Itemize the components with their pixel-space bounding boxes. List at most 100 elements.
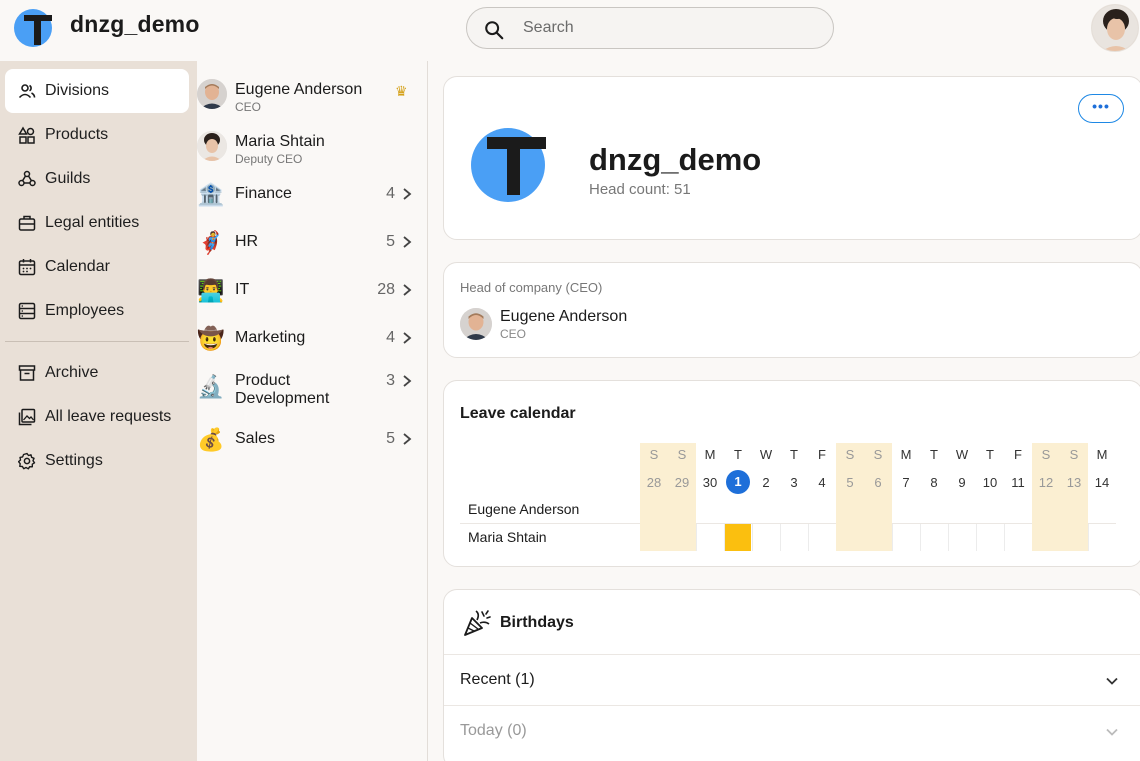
leader-item-ceo[interactable]: Eugene Anderson CEO ♛: [197, 77, 428, 125]
user-avatar[interactable]: [1091, 4, 1139, 52]
calendar-date: 13: [1066, 475, 1082, 490]
superhero-icon: 🦸: [197, 230, 225, 255]
leader-item-deputy[interactable]: Maria Shtain Deputy CEO: [197, 129, 428, 177]
ceo-role: CEO: [500, 327, 527, 341]
calendar-day-column: F 11: [1004, 443, 1032, 551]
calendar-icon: [18, 259, 36, 276]
calendar-day-column: T3: [780, 443, 808, 551]
leader-role: Deputy CEO: [235, 152, 303, 166]
party-popper-icon: [464, 610, 491, 636]
calendar-date: 12: [1038, 475, 1054, 490]
calendar-cell-divider: [1004, 524, 1005, 551]
birthdays-title: Birthdays: [500, 614, 574, 631]
division-item-it[interactable]: 👨‍💻 IT 28: [197, 267, 428, 311]
calendar-cell-divider: [892, 524, 893, 551]
calendar-weekday: S: [1069, 447, 1079, 462]
calendar-date: 10: [982, 475, 998, 490]
sidebar-item-legal-entities[interactable]: Legal entities: [5, 201, 189, 245]
sidebar-item-divisions[interactable]: Divisions: [5, 69, 189, 113]
avatar[interactable]: [460, 308, 492, 340]
search-input[interactable]: [523, 17, 813, 39]
gear-icon: [18, 452, 36, 470]
calendar-day-column: M 30: [696, 443, 724, 551]
sidebar-item-all-leave-requests[interactable]: All leave requests: [5, 395, 189, 439]
division-item-finance[interactable]: 🏦 Finance 4: [197, 171, 428, 215]
calendar-day-column: M7: [892, 443, 920, 551]
calendar-weekday: T: [790, 447, 798, 462]
calendar-weekday: F: [818, 447, 826, 462]
calendar-weekday: W: [759, 447, 773, 462]
calendar-cell-divider: [1088, 524, 1089, 551]
calendar-day-column: T 10: [976, 443, 1004, 551]
division-item-hr[interactable]: 🦸 HR 5: [197, 219, 428, 263]
microscope-icon: 🔬: [197, 374, 225, 399]
division-list-panel: Eugene Anderson CEO ♛ Maria Shtain Deput…: [197, 61, 428, 761]
calendar-weekday: M: [1096, 447, 1108, 462]
division-item-product-development[interactable]: 🔬 Product Development 3: [197, 363, 428, 419]
calendar-weekday: T: [734, 447, 742, 462]
leave-cell[interactable]: [725, 524, 751, 551]
technologist-icon: 👨‍💻: [197, 278, 225, 303]
gallery-icon: [18, 408, 36, 426]
calendar-weekday: T: [930, 447, 938, 462]
sidebar-item-label: Archive: [45, 364, 99, 381]
guild-icon: [18, 170, 36, 187]
calendar-day-column: S 28: [640, 443, 668, 551]
section-label: Today (0): [460, 722, 527, 739]
division-item-marketing[interactable]: 🤠 Marketing 4: [197, 315, 428, 359]
cowboy-icon: 🤠: [197, 326, 225, 351]
sidebar-item-calendar[interactable]: Calendar: [5, 245, 189, 289]
sidebar-item-label: Guilds: [45, 170, 91, 187]
sidebar-item-label: Employees: [45, 302, 125, 319]
calendar-date: 6: [874, 475, 882, 490]
calendar-cell-divider: [724, 524, 725, 551]
sidebar-item-guilds[interactable]: Guilds: [5, 157, 189, 201]
more-options-button[interactable]: •••: [1078, 94, 1124, 123]
division-name: HR: [235, 233, 259, 250]
sidebar-item-label: Legal entities: [45, 214, 140, 231]
sidebar-divider: [5, 341, 189, 342]
list-icon: [18, 302, 36, 320]
search-bar[interactable]: [466, 7, 834, 49]
sidebar-item-archive[interactable]: Archive: [5, 351, 189, 395]
birthdays-section-recent[interactable]: Recent (1): [444, 654, 1140, 705]
calendar-weekday: S: [845, 447, 855, 462]
calendar-weekday: M: [704, 447, 716, 462]
division-count: 5: [386, 233, 395, 250]
calendar-date: 4: [818, 475, 826, 490]
chevron-right-icon: [403, 284, 412, 296]
birthdays-section-today[interactable]: Today (0): [444, 705, 1140, 756]
division-name: Product Development: [235, 372, 330, 407]
people-icon: [18, 84, 36, 99]
calendar-date: 14: [1094, 475, 1110, 490]
chevron-right-icon: [403, 332, 412, 344]
sidebar-item-products[interactable]: Products: [5, 113, 189, 157]
calendar-weekday: W: [955, 447, 969, 462]
calendar-date: 3: [790, 475, 798, 490]
calendar-weekday: S: [649, 447, 659, 462]
division-item-sales[interactable]: 💰 Sales 5: [197, 416, 428, 460]
calendar-cell-divider: [948, 524, 949, 551]
section-label: Recent (1): [460, 671, 535, 688]
company-name: dnzg_demo: [589, 142, 762, 177]
company-logo[interactable]: [14, 9, 54, 47]
sidebar-item-settings[interactable]: Settings: [5, 439, 189, 483]
ceo-card: Head of company (CEO) Eugene Anderson CE…: [443, 262, 1140, 358]
calendar-person-name: Maria Shtain: [468, 529, 547, 545]
money-bag-icon: 💰: [197, 427, 225, 452]
headcount-text: Head count: 51: [589, 181, 691, 198]
sidebar-item-label: Products: [45, 126, 109, 143]
calendar-cell-divider: [696, 524, 697, 551]
ceo-name[interactable]: Eugene Anderson: [500, 308, 627, 326]
calendar-weekday: F: [1014, 447, 1022, 462]
calendar-date: 7: [902, 475, 910, 490]
sidebar-item-employees[interactable]: Employees: [5, 289, 189, 333]
avatar: [197, 131, 227, 161]
chevron-right-icon: [403, 236, 412, 248]
division-count: 28: [377, 281, 395, 298]
calendar-date: 8: [930, 475, 938, 490]
calendar-day-column: S 29: [668, 443, 696, 551]
calendar-day-column: S5: [836, 443, 864, 551]
chevron-right-icon: [403, 375, 412, 387]
calendar-date: 9: [958, 475, 966, 490]
